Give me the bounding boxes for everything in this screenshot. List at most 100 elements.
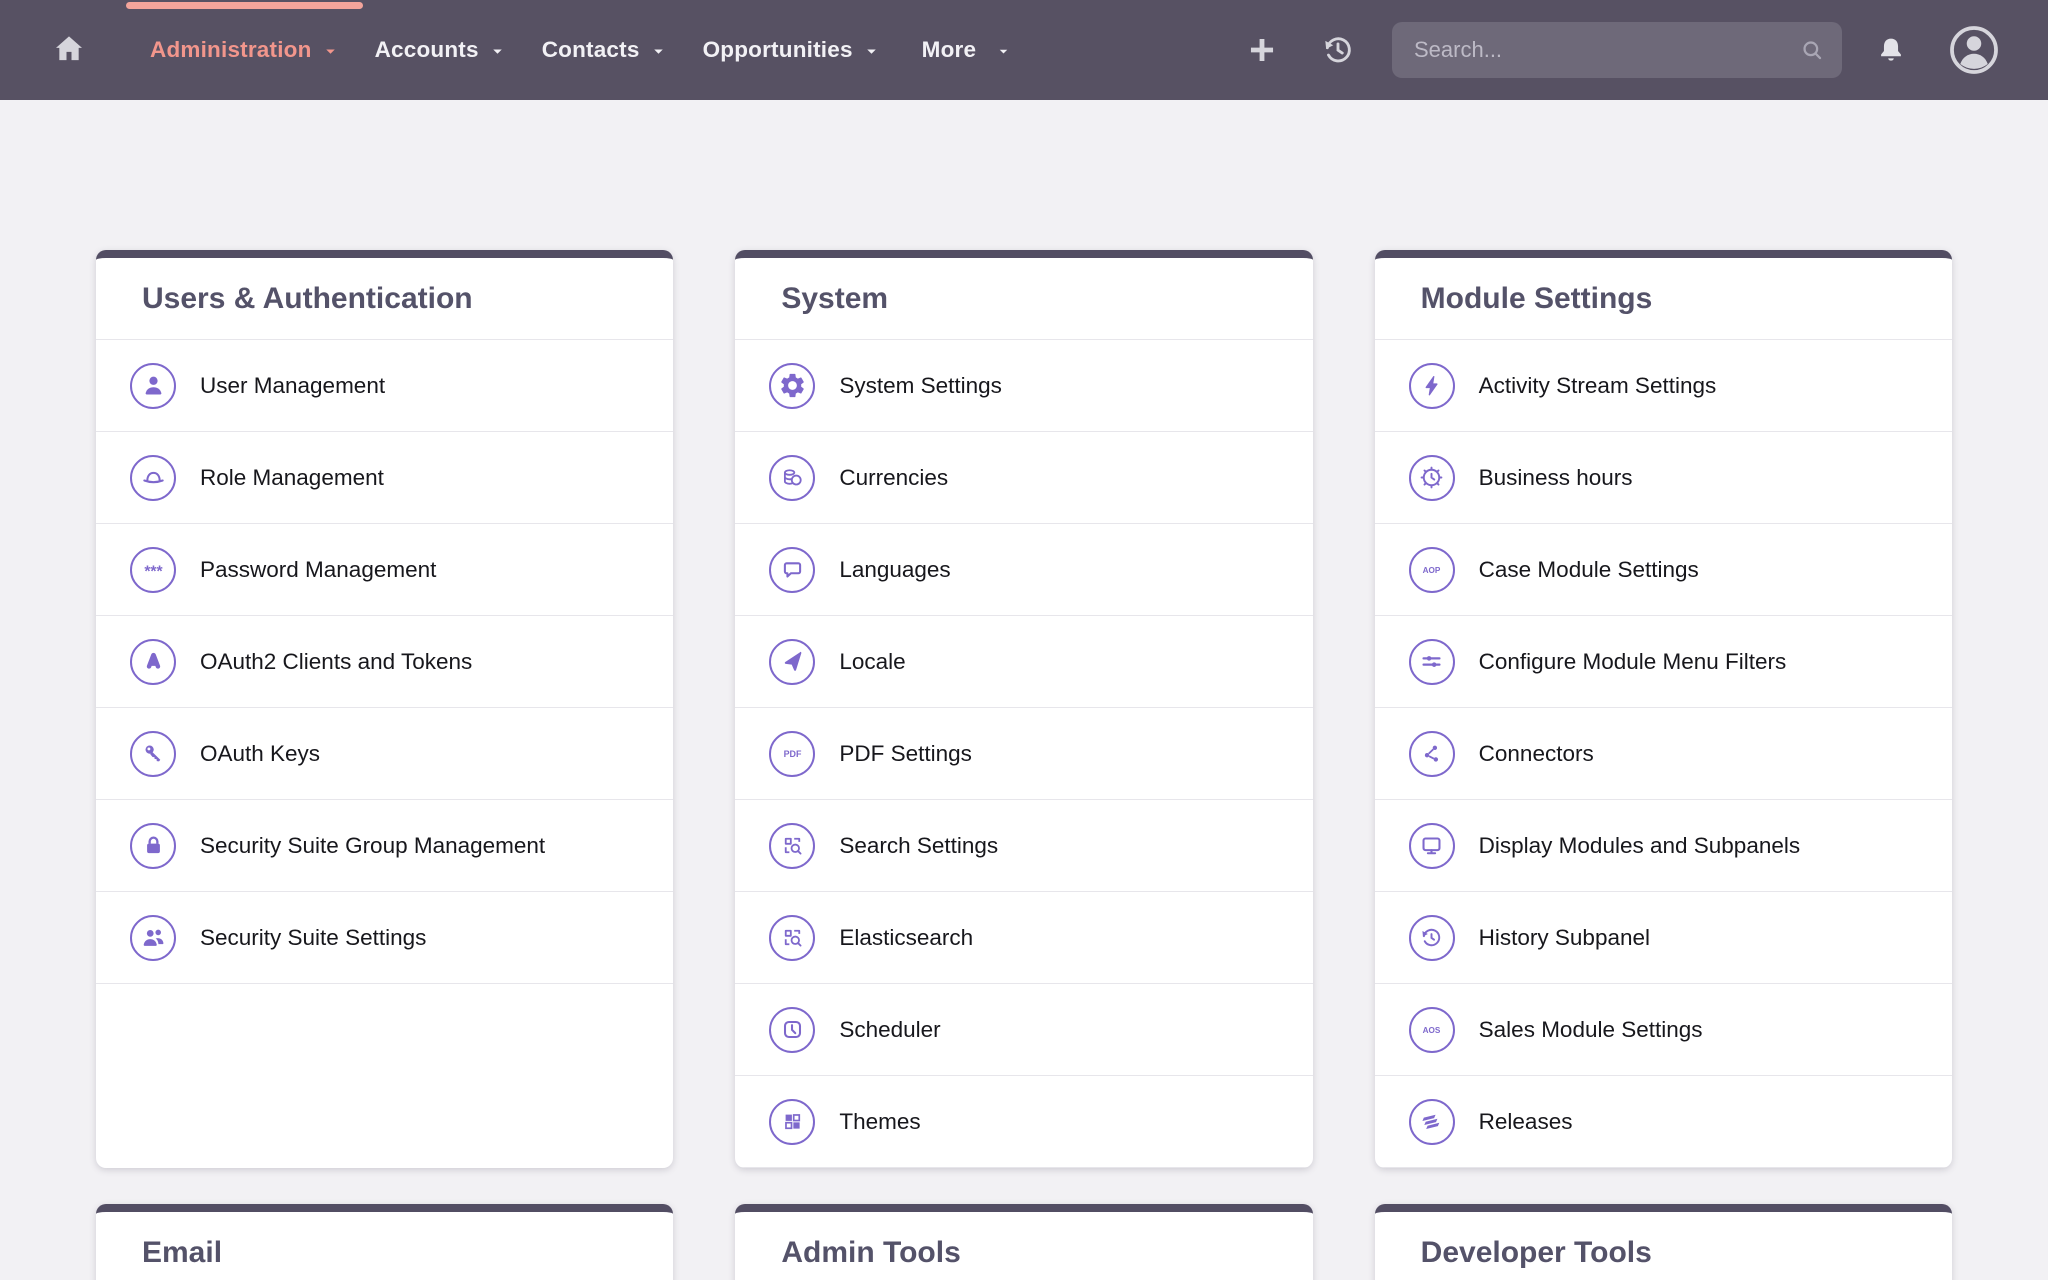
chevron-down-icon	[996, 44, 1011, 59]
admin-item-languages[interactable]: Languages	[735, 524, 1312, 616]
admin-item-security-suite-settings[interactable]: Security Suite Settings	[96, 892, 673, 984]
gear-icon	[769, 363, 815, 409]
admin-panels-grid: Users & Authentication User ManagementRo…	[96, 250, 1952, 1280]
admin-item-label: Activity Stream Settings	[1479, 373, 1717, 399]
nav-item-label: Contacts	[542, 37, 640, 63]
admin-item-role-management[interactable]: Role Management	[96, 432, 673, 524]
panel-header: Admin Tools	[735, 1212, 1312, 1280]
svg-text:***: ***	[144, 564, 163, 581]
admin-page: Users & Authentication User ManagementRo…	[0, 100, 2048, 1280]
admin-item-label: OAuth Keys	[200, 741, 320, 767]
panel-title: Developer Tools	[1421, 1236, 1652, 1270]
notifications-button[interactable]	[1872, 31, 1910, 69]
search-input[interactable]	[1392, 22, 1842, 78]
panel-header: System	[735, 258, 1312, 340]
panel-item-list: System Settings Currencies Languages Locale…	[735, 340, 1312, 1168]
admin-item-password-management[interactable]: *** Password Management	[96, 524, 673, 616]
admin-item-locale[interactable]: Locale	[735, 616, 1312, 708]
panel-item-list: Activity Stream SettingsBusiness hoursAO…	[1375, 340, 1952, 1168]
panel-title: Admin Tools	[781, 1236, 960, 1270]
quick-create-button[interactable]	[1244, 32, 1280, 68]
admin-item-scheduler[interactable]: Scheduler	[735, 984, 1312, 1076]
panel-title: Module Settings	[1421, 282, 1653, 316]
top-navbar: Administration Accounts Contacts Opportu…	[0, 0, 2048, 100]
lightning-icon	[1409, 363, 1455, 409]
global-search	[1392, 22, 1842, 78]
aop-badge-icon: AOP	[1409, 547, 1455, 593]
admin-item-themes[interactable]: Themes	[735, 1076, 1312, 1168]
nav-item-more[interactable]: More	[904, 0, 1030, 100]
nav-item-label: Accounts	[375, 37, 479, 63]
admin-item-activity-stream-settings[interactable]: Activity Stream Settings	[1375, 340, 1952, 432]
nav-item-administration[interactable]: Administration	[132, 0, 357, 100]
navbar-actions	[1244, 20, 2004, 80]
hat-icon	[130, 455, 176, 501]
chevron-down-icon	[650, 43, 667, 60]
nav-item-label: More	[922, 37, 977, 63]
panel-header: Module Settings	[1375, 258, 1952, 340]
admin-item-label: Security Suite Settings	[200, 925, 426, 951]
admin-item-configure-module-menu-filters[interactable]: Configure Module Menu Filters	[1375, 616, 1952, 708]
admin-item-currencies[interactable]: Currencies	[735, 432, 1312, 524]
search-icon[interactable]	[1798, 36, 1826, 64]
key-icon	[130, 731, 176, 777]
search-settings-icon	[769, 915, 815, 961]
admin-item-history-subpanel[interactable]: History Subpanel	[1375, 892, 1952, 984]
admin-item-pdf-settings[interactable]: PDFPDF Settings	[735, 708, 1312, 800]
admin-item-user-management[interactable]: User Management	[96, 340, 673, 432]
scheduler-icon	[769, 1007, 815, 1053]
admin-item-label: User Management	[200, 373, 385, 399]
admin-item-search-settings[interactable]: Search Settings	[735, 800, 1312, 892]
recently-viewed-button[interactable]	[1318, 30, 1358, 70]
admin-item-sales-module-settings[interactable]: AOS Sales Module Settings	[1375, 984, 1952, 1076]
panel-title: Email	[142, 1236, 222, 1270]
user-menu-button[interactable]	[1944, 20, 2004, 80]
admin-item-label: Currencies	[839, 465, 948, 491]
svg-text:AOS: AOS	[1423, 1026, 1441, 1035]
svg-text:AOP: AOP	[1423, 566, 1441, 575]
admin-item-releases[interactable]: Releases	[1375, 1076, 1952, 1168]
admin-item-label: Themes	[839, 1109, 920, 1135]
search-settings-icon	[769, 823, 815, 869]
panel-email: Email	[96, 1204, 673, 1280]
admin-item-label: Sales Module Settings	[1479, 1017, 1703, 1043]
layers-icon	[1409, 1099, 1455, 1145]
chevron-down-icon	[489, 43, 506, 60]
admin-item-connectors[interactable]: Connectors	[1375, 708, 1952, 800]
connectors-icon	[1409, 731, 1455, 777]
oauth2-icon	[130, 639, 176, 685]
admin-item-display-modules-and-subpanels[interactable]: Display Modules and Subpanels	[1375, 800, 1952, 892]
panel-header: Developer Tools	[1375, 1212, 1952, 1280]
admin-item-label: PDF Settings	[839, 741, 972, 767]
sliders-icon	[1409, 639, 1455, 685]
admin-item-business-hours[interactable]: Business hours	[1375, 432, 1952, 524]
admin-item-oauth2-clients-and-tokens[interactable]: OAuth2 Clients and Tokens	[96, 616, 673, 708]
admin-item-system-settings[interactable]: System Settings	[735, 340, 1312, 432]
admin-item-label: Password Management	[200, 557, 436, 583]
admin-item-case-module-settings[interactable]: AOP Case Module Settings	[1375, 524, 1952, 616]
admin-item-label: Display Modules and Subpanels	[1479, 833, 1800, 859]
nav-item-contacts[interactable]: Contacts	[524, 0, 685, 100]
monitor-icon	[1409, 823, 1455, 869]
nav-item-accounts[interactable]: Accounts	[357, 0, 524, 100]
admin-item-label: Case Module Settings	[1479, 557, 1699, 583]
panel-admin-tools: Admin Tools	[735, 1204, 1312, 1280]
admin-item-elasticsearch[interactable]: Elasticsearch	[735, 892, 1312, 984]
nav-item-opportunities[interactable]: Opportunities	[685, 0, 898, 100]
admin-item-oauth-keys[interactable]: OAuth Keys	[96, 708, 673, 800]
panel-item-list: User Management Role Management *** Passwor…	[96, 340, 673, 984]
panel-header: Email	[96, 1212, 673, 1280]
admin-item-label: Releases	[1479, 1109, 1573, 1135]
admin-item-label: Locale	[839, 649, 905, 675]
panel-title: System	[781, 282, 888, 316]
admin-item-label: Search Settings	[839, 833, 998, 859]
chevron-down-icon	[322, 43, 339, 60]
panel-module-settings: Module Settings Activity Stream Settings…	[1375, 250, 1952, 1168]
navigation-arrow-icon	[769, 639, 815, 685]
lock-icon	[130, 823, 176, 869]
panel-developer-tools: Developer Tools	[1375, 1204, 1952, 1280]
home-button[interactable]	[48, 29, 90, 71]
admin-item-label: Languages	[839, 557, 950, 583]
aos-badge-icon: AOS	[1409, 1007, 1455, 1053]
admin-item-security-suite-group-management[interactable]: Security Suite Group Management	[96, 800, 673, 892]
